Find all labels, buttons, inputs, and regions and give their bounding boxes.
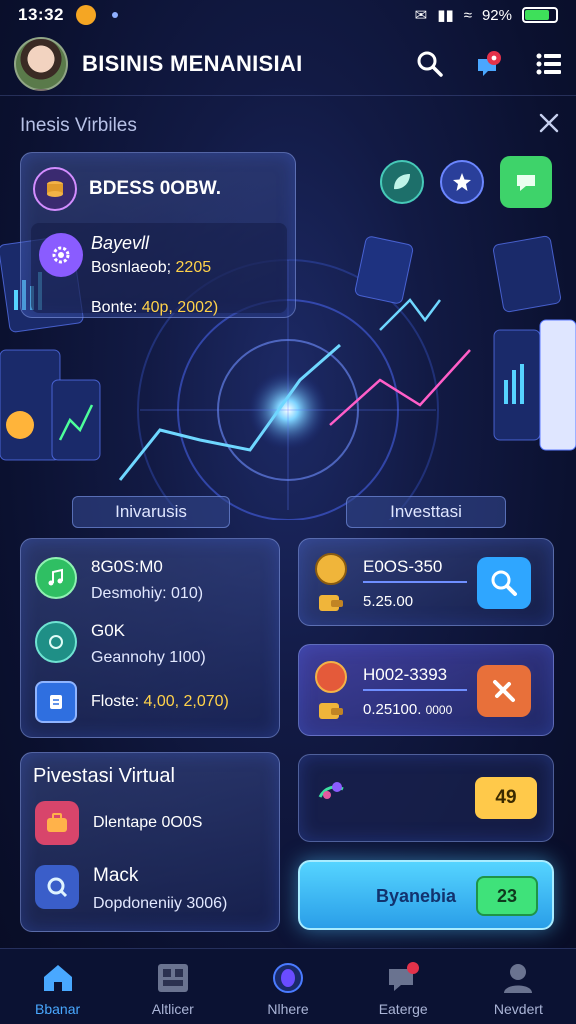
asset-value-extra: 0000: [425, 703, 453, 717]
nav-profile[interactable]: Nevdert: [461, 949, 576, 1024]
list-item[interactable]: G0K Geannohy 1I00): [35, 621, 206, 667]
nav-label: Bbanar: [35, 1001, 81, 1017]
coin-icon: [315, 661, 347, 693]
list-item[interactable]: Floste: 4,00, 2,070): [35, 681, 229, 723]
asset-value: 0.25100. 0000: [363, 701, 452, 718]
section-header: Inesis Virbiles: [20, 112, 560, 139]
list-item-value: 4,00, 2,070): [143, 693, 229, 710]
list-item-sub: Dopdoneniiy 3006): [93, 895, 228, 912]
featured-line1: Bosnlaeob; 2205: [91, 259, 211, 277]
chart-swirl-icon: [317, 777, 347, 812]
app-header: BISINIS MENANISIAI: [0, 32, 576, 96]
featured-line2-label: Bonte:: [91, 299, 138, 316]
search-icon[interactable]: [416, 50, 444, 78]
app-title: BISINIS MENANISIAI: [82, 50, 303, 76]
status-bar: 13:32 ✉ ▮▮ ≈ 92%: [0, 0, 576, 30]
virtual-investment-card: Pivestasi Virtual Dlentape 0O0S Mack Dop…: [20, 752, 280, 932]
primary-action-count: 23: [476, 876, 538, 916]
gear-icon: [39, 233, 83, 277]
featured-name: Bayevll: [91, 233, 150, 253]
close-icon[interactable]: [538, 112, 560, 139]
battery-percent: 92%: [481, 6, 512, 24]
notification-icon: [75, 5, 96, 25]
tab-investtasi[interactable]: Investtasi: [346, 496, 506, 528]
list-item[interactable]: Dlentape 0O0S: [35, 801, 202, 845]
wallet-icon: [315, 587, 347, 619]
divider: [363, 581, 467, 583]
nav-label: Eaterge: [378, 1001, 428, 1017]
list-item-title: Dlentape 0O0S: [93, 814, 203, 831]
nav-home[interactable]: Bbanar: [0, 949, 115, 1024]
wifi-icon: ≈: [463, 6, 472, 24]
orb-icon: [273, 963, 303, 993]
nav-label: Nevdert: [493, 1001, 543, 1017]
quick-actions: [380, 156, 552, 208]
asset-card[interactable]: E0OS-350 5.25.00: [298, 538, 554, 626]
user-icon: [504, 964, 533, 993]
tab-inivarusis[interactable]: Inivarusis: [72, 496, 230, 528]
featured-title: BDESS 0OBW.: [89, 178, 221, 199]
chat-bubble-icon[interactable]: [500, 156, 552, 208]
menu-icon[interactable]: [536, 52, 562, 76]
coins-icon: [33, 167, 77, 211]
list-item[interactable]: 8G0S:M0 Desmohiy: 010): [35, 557, 203, 603]
leaf-icon[interactable]: [380, 160, 424, 204]
featured-line1-label: Bosnlaeob;: [91, 259, 172, 276]
portfolio-list-card: 8G0S:M0 Desmohiy: 010) G0K Geannohy 1I00…: [20, 538, 280, 738]
chat-icon: [389, 962, 420, 991]
list-item-sub: Desmohiy: 010): [91, 585, 204, 602]
vibrate-icon: ✉: [414, 7, 428, 24]
section-label: Inesis Virbiles: [20, 114, 137, 136]
list-item-sub: Geannohy 1I00): [91, 649, 206, 666]
nav-grid[interactable]: Altlicer: [115, 949, 230, 1024]
asset-card[interactable]: H002-3393 0.25100. 0000: [298, 644, 554, 736]
nav-messages[interactable]: Eaterge: [346, 949, 461, 1024]
featured-line2-value: 40p, 2002): [141, 299, 219, 316]
bottom-navigation: Bbanar Altlicer Nlhere Eaterge Nevdert: [0, 948, 576, 1024]
nav-orb[interactable]: Nlhere: [230, 949, 345, 1024]
primary-action-button[interactable]: Byanebia 23: [298, 860, 554, 930]
score-card[interactable]: 49: [298, 754, 554, 842]
music-icon: [35, 557, 77, 599]
asset-value: 5.25.00: [363, 593, 414, 610]
star-icon[interactable]: [440, 160, 484, 204]
status-time: 13:32: [18, 5, 64, 24]
grid-icon: [157, 964, 188, 992]
tools-icon: [493, 680, 515, 702]
list-item-title: 8G0S:M0: [91, 557, 163, 576]
search-icon: [491, 570, 517, 596]
virtual-title: Pivestasi Virtual: [33, 765, 175, 787]
tools-button[interactable]: [477, 665, 531, 717]
score-badge: 49: [475, 777, 537, 819]
search-icon: [35, 865, 79, 909]
asset-code: E0OS-350: [363, 557, 443, 576]
list-item-title: Floste:: [91, 693, 140, 710]
document-icon: [35, 681, 77, 723]
nav-label: Nlhere: [267, 1001, 309, 1017]
briefcase-icon: [35, 801, 79, 845]
divider: [363, 689, 467, 691]
avatar[interactable]: [14, 36, 68, 91]
dot-icon: [111, 12, 118, 18]
signal-icon: ▮▮: [437, 7, 454, 24]
featured-card[interactable]: BDESS 0OBW. Bayevll Bosnlaeob; 2205 Bont…: [20, 152, 296, 318]
list-item-title: Mack: [93, 865, 139, 886]
nav-label: Altlicer: [151, 1001, 194, 1017]
shield-icon: [35, 621, 77, 663]
home-icon: [43, 965, 72, 991]
coin-icon: [315, 553, 347, 585]
wallet-icon: [315, 695, 347, 727]
battery-icon: [522, 7, 558, 23]
primary-action-label: Byanebia: [376, 886, 457, 906]
asset-code: H002-3393: [363, 665, 448, 684]
list-item-title: G0K: [91, 621, 126, 640]
notification-bell-icon[interactable]: [474, 49, 506, 79]
search-button[interactable]: [477, 557, 531, 609]
featured-line2: Bonte: 40p, 2002): [91, 299, 218, 317]
list-item[interactable]: Mack Dopdoneniiy 3006): [35, 865, 227, 913]
asset-value-main: 0.25100.: [363, 701, 422, 718]
featured-line1-value: 2205: [175, 259, 212, 276]
